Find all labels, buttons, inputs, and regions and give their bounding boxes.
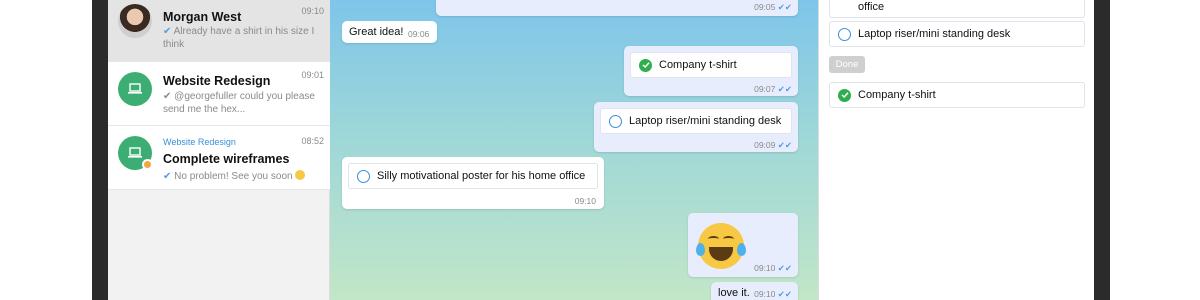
sent-tick-icon: ✔ (163, 26, 172, 37)
avatar (118, 4, 152, 38)
app-screen: Morgan West 09:10 ✔ Already have a shirt… (108, 0, 1094, 300)
checklist-item-company-tshirt[interactable]: Company t-shirt (630, 52, 792, 78)
checklist-item-silly-poster[interactable]: office (829, 0, 1085, 18)
message-time-text: 09:07 (754, 84, 776, 94)
message-text: love it. (718, 287, 750, 299)
chat-preview-text: @georgefuller could you please send me t… (163, 91, 315, 115)
read-tick-icon: ✔✔ (777, 140, 792, 150)
read-tick-icon: ✔✔ (777, 289, 792, 299)
message-time-text: 09:05 (754, 2, 776, 12)
chat-name: Complete wireframes (163, 152, 290, 166)
group-avatar (118, 72, 152, 106)
read-tick-icon: ✔ (163, 171, 172, 182)
message-time: 09:06 (408, 29, 430, 39)
chat-item-complete-wireframes[interactable]: Website Redesign Complete wireframes 08:… (108, 126, 330, 190)
message-bubble[interactable]: Great idea! 09:06 (342, 21, 437, 43)
checklist-item-laptop-riser[interactable]: Laptop riser/mini standing desk (829, 21, 1085, 47)
chat-name: Morgan West (163, 10, 242, 24)
laptop-icon (128, 83, 142, 94)
message-time: 09:05 ✔✔ (754, 2, 792, 13)
checklist-item-label: Laptop riser/mini standing desk (858, 28, 1011, 40)
read-tick-icon: ✔✔ (777, 84, 792, 94)
checklist-item-label: Silly motivational poster for his home o… (377, 170, 586, 182)
checklist-panel: office Laptop riser/mini standing desk D… (818, 0, 1094, 300)
message-bubble[interactable]: 09:05 ✔✔ (436, 0, 798, 16)
chat-time: 09:01 (301, 70, 324, 80)
checkmark-icon (838, 88, 851, 102)
chat-preview: ✔ No problem! See you soon (163, 170, 323, 183)
checklist-message[interactable]: Silly motivational poster for his home o… (342, 157, 604, 209)
chat-preview-text: No problem! See you soon (174, 171, 293, 182)
unchecked-circle-icon (357, 169, 370, 183)
checklist-message[interactable]: Company t-shirt 09:07 ✔✔ (624, 46, 798, 96)
message-bubble[interactable]: love it. 09:10 ✔✔ (711, 282, 798, 300)
unchecked-circle-icon (838, 27, 851, 41)
checklist-item-label: office (858, 1, 885, 13)
done-button[interactable]: Done (829, 56, 865, 73)
checklist-item-label: Company t-shirt (858, 89, 936, 101)
checkmark-icon (639, 58, 652, 72)
message-time: 09:09 ✔✔ (754, 140, 792, 151)
chat-time: 08:52 (301, 136, 324, 146)
chat-preview: ✔ @georgefuller could you please send me… (163, 90, 323, 116)
checklist-item-company-tshirt[interactable]: Company t-shirt (829, 82, 1085, 108)
message-time: 09:10 ✔✔ (754, 289, 792, 300)
read-tick-icon: ✔✔ (777, 2, 792, 12)
chat-list: Morgan West 09:10 ✔ Already have a shirt… (108, 0, 330, 300)
chat-group-label: Website Redesign (163, 137, 236, 147)
message-time-text: 09:10 (754, 289, 776, 299)
checklist-item-label: Company t-shirt (659, 59, 737, 71)
emoji-message[interactable]: 09:10 ✔✔ (688, 213, 798, 277)
laptop-bezel-right (1094, 0, 1110, 300)
checklist-item-label: Laptop riser/mini standing desk (629, 115, 782, 127)
laptop-bezel-left (92, 0, 108, 300)
laptop-icon (128, 147, 142, 158)
conversation-pane: 09:05 ✔✔ Great idea! 09:06 Company t-shi… (330, 0, 818, 300)
message-time-text: 09:09 (754, 140, 776, 150)
unchecked-circle-icon (609, 114, 622, 128)
checklist-item-silly-poster[interactable]: Silly motivational poster for his home o… (348, 163, 598, 189)
message-time: 09:07 ✔✔ (754, 84, 792, 95)
checklist-item-laptop-riser[interactable]: Laptop riser/mini standing desk (600, 108, 792, 134)
sent-tick-icon: ✔ (163, 91, 172, 102)
message-time-text: 09:10 (754, 263, 776, 273)
laughing-tears-emoji-icon (696, 223, 746, 269)
checklist-message[interactable]: Laptop riser/mini standing desk 09:09 ✔✔ (594, 102, 798, 152)
grinning-emoji-icon (295, 170, 306, 180)
message-time: 09:10 ✔✔ (754, 263, 792, 274)
chat-preview: ✔ Already have a shirt in his size I thi… (163, 25, 323, 51)
read-tick-icon: ✔✔ (777, 263, 792, 273)
chat-name: Website Redesign (163, 74, 271, 88)
chat-preview-text: Already have a shirt in his size I think (163, 26, 315, 50)
task-badge-icon (142, 159, 153, 170)
chat-time: 09:10 (301, 6, 324, 16)
message-text: Great idea! (349, 26, 404, 38)
chat-item-website-redesign[interactable]: Website Redesign 09:01 ✔ @georgefuller c… (108, 62, 330, 126)
chat-item-morgan-west[interactable]: Morgan West 09:10 ✔ Already have a shirt… (108, 0, 330, 62)
message-time: 09:10 (574, 196, 596, 206)
